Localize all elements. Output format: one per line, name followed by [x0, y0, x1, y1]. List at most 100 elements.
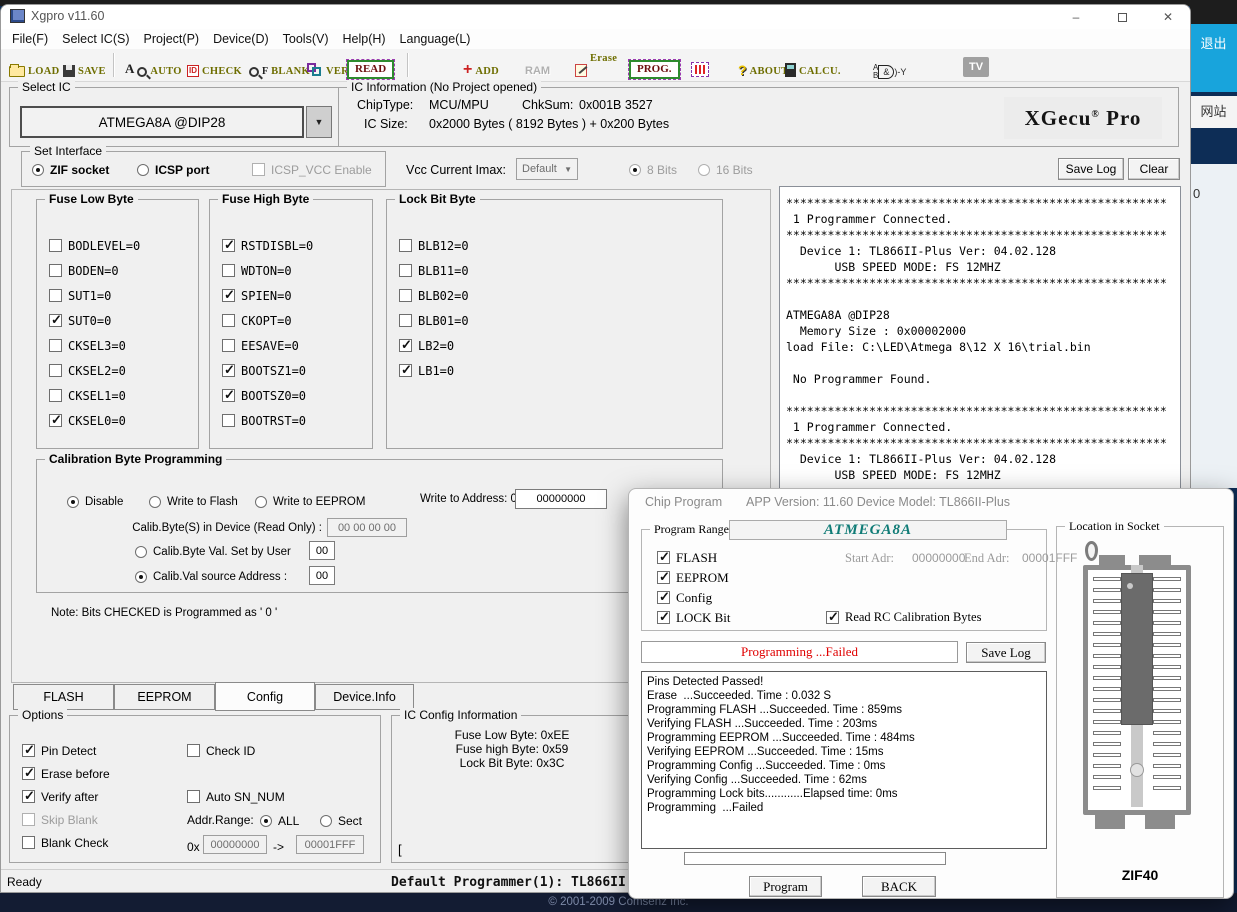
fuse-high-spien-0[interactable]: SPIEN=0: [222, 288, 292, 303]
fuse-high-bootrst-0[interactable]: BOOTRST=0: [222, 413, 306, 428]
check-id-button[interactable]: IDCHECK: [187, 53, 242, 77]
erase-button[interactable]: Erase: [575, 53, 617, 77]
write-address-input[interactable]: 00000000: [515, 489, 607, 509]
fuse-low-cksel2-0[interactable]: CKSEL2=0: [49, 363, 126, 378]
blank-check-checkbox[interactable]: Blank Check: [22, 835, 108, 850]
checkbox[interactable]: [222, 264, 235, 277]
checkbox[interactable]: [49, 289, 62, 302]
checkbox[interactable]: [399, 364, 412, 377]
checkbox[interactable]: [399, 314, 412, 327]
auto-sn-num-checkbox[interactable]: Auto SN_NUM: [187, 789, 285, 804]
fuse-low-sut0-0[interactable]: SUT0=0: [49, 313, 111, 328]
fuse-low-cksel3-0[interactable]: CKSEL3=0: [49, 338, 126, 353]
calib-byte-user-input[interactable]: 00: [309, 541, 335, 560]
save-log-button[interactable]: Save Log: [1058, 158, 1124, 180]
selected-ic-combo[interactable]: ATMEGA8A @DIP28: [20, 106, 304, 138]
calculator-button[interactable]: CALCU.: [785, 53, 841, 77]
auto-button[interactable]: AAUTO: [125, 53, 182, 77]
checkbox[interactable]: [222, 314, 235, 327]
fuse-high-rstdisbl-0[interactable]: RSTDISBL=0: [222, 238, 313, 253]
fuse-low-bodlevel-0[interactable]: BODLEVEL=0: [49, 238, 140, 253]
verify-after-checkbox[interactable]: Verify after: [22, 789, 98, 804]
checkbox[interactable]: [222, 289, 235, 302]
calib-disable-radio[interactable]: Disable: [67, 494, 123, 509]
programming-log-box[interactable]: Pins Detected Passed! Erase ...Succeeded…: [641, 671, 1047, 849]
checkbox[interactable]: [222, 389, 235, 402]
lock-bit-lb2-0[interactable]: LB2=0: [399, 338, 454, 353]
maximize-button[interactable]: [1105, 5, 1139, 29]
icsp-port-radio[interactable]: ICSP port: [137, 162, 209, 177]
checkbox[interactable]: [49, 339, 62, 352]
tab-device-info[interactable]: Device.Info: [315, 684, 414, 710]
menu-project[interactable]: Project(P): [137, 30, 207, 48]
prog-button[interactable]: PROG.: [629, 55, 680, 79]
checkbox[interactable]: [399, 264, 412, 277]
erase-before-checkbox[interactable]: Erase before: [22, 766, 110, 781]
calib-write-eeprom-radio[interactable]: Write to EEPROM: [255, 494, 365, 509]
checkbox[interactable]: [49, 239, 62, 252]
fuse-low-cksel0-0[interactable]: CKSEL0=0: [49, 413, 126, 428]
fuse-high-wdton-0[interactable]: WDTON=0: [222, 263, 292, 278]
menu-tools[interactable]: Tools(V): [276, 30, 336, 48]
lock-bit-blb01-0[interactable]: BLB01=0: [399, 313, 469, 328]
menu-device[interactable]: Device(D): [206, 30, 276, 48]
tab-config[interactable]: Config: [215, 682, 315, 711]
read-button[interactable]: READ: [347, 55, 394, 79]
read-rc-calibration-checkbox[interactable]: Read RC Calibration Bytes: [826, 610, 981, 625]
fuse-high-bootsz1-0[interactable]: BOOTSZ1=0: [222, 363, 306, 378]
website-button[interactable]: 网站: [1190, 96, 1237, 128]
lock-bit-blb11-0[interactable]: BLB11=0: [399, 263, 469, 278]
checkbox[interactable]: [49, 389, 62, 402]
close-button[interactable]: ✕: [1151, 5, 1185, 29]
program-button[interactable]: Program: [749, 876, 822, 897]
fuse-low-cksel1-0[interactable]: CKSEL1=0: [49, 388, 126, 403]
range-config-checkbox[interactable]: Config: [657, 590, 712, 605]
checkbox[interactable]: [49, 264, 62, 277]
add-button[interactable]: +ADD: [463, 53, 499, 77]
tab-eeprom[interactable]: EEPROM: [114, 684, 215, 710]
checkbox[interactable]: [222, 364, 235, 377]
pin-detect-checkbox[interactable]: Pin Detect: [22, 743, 96, 758]
range-eeprom-checkbox[interactable]: EEPROM: [657, 570, 729, 585]
addr-range-sect-radio[interactable]: Sect: [320, 813, 362, 828]
fuse-low-sut1-0[interactable]: SUT1=0: [49, 288, 111, 303]
checkbox[interactable]: [399, 289, 412, 302]
checkbox[interactable]: [222, 239, 235, 252]
menu-select-ic[interactable]: Select IC(S): [55, 30, 136, 48]
ic-dropdown-button[interactable]: ▼: [306, 106, 332, 138]
lock-bit-blb02-0[interactable]: BLB02=0: [399, 288, 469, 303]
fuse-high-eesave-0[interactable]: EESAVE=0: [222, 338, 299, 353]
range-flash-checkbox[interactable]: FLASH: [657, 550, 717, 565]
checkbox[interactable]: [49, 364, 62, 377]
checkbox[interactable]: [49, 414, 62, 427]
about-button[interactable]: ?ABOUT: [738, 53, 788, 77]
save-button[interactable]: SAVE: [63, 53, 106, 77]
checkbox[interactable]: [399, 239, 412, 252]
lock-bit-lb1-0[interactable]: LB1=0: [399, 363, 454, 378]
ram-button[interactable]: RAM: [525, 53, 550, 77]
check-id-checkbox[interactable]: Check ID: [187, 743, 255, 758]
checkbox[interactable]: [222, 339, 235, 352]
back-button[interactable]: BACK: [862, 876, 936, 897]
checkbox[interactable]: [49, 314, 62, 327]
tab-flash[interactable]: FLASH: [13, 684, 114, 710]
calib-byte-user-radio[interactable]: Calib.Byte Val. Set by User: [135, 544, 291, 559]
checkbox[interactable]: [222, 414, 235, 427]
addr-range-all-radio[interactable]: ALL: [260, 813, 299, 828]
tv-button[interactable]: TV: [963, 53, 989, 77]
fuse-low-boden-0[interactable]: BODEN=0: [49, 263, 119, 278]
fuse-high-ckopt-0[interactable]: CKOPT=0: [222, 313, 292, 328]
lock-bit-blb12-0[interactable]: BLB12=0: [399, 238, 469, 253]
ic-test-button[interactable]: [691, 53, 709, 77]
fuse-high-bootsz0-0[interactable]: BOOTSZ0=0: [222, 388, 306, 403]
range-lock-bit-checkbox[interactable]: LOCK Bit: [657, 610, 731, 625]
exit-button[interactable]: 退出: [1190, 24, 1237, 92]
clear-button[interactable]: Clear: [1128, 158, 1180, 180]
zif-socket-radio[interactable]: ZIF socket: [32, 162, 109, 177]
menu-help[interactable]: Help(H): [335, 30, 392, 48]
calib-src-addr-input[interactable]: 00: [309, 566, 335, 585]
dialog-save-log-button[interactable]: Save Log: [966, 642, 1046, 663]
menu-language[interactable]: Language(L): [393, 30, 478, 48]
logic-gate-button[interactable]: AB & )-Y: [873, 56, 906, 80]
calib-write-flash-radio[interactable]: Write to Flash: [149, 494, 238, 509]
